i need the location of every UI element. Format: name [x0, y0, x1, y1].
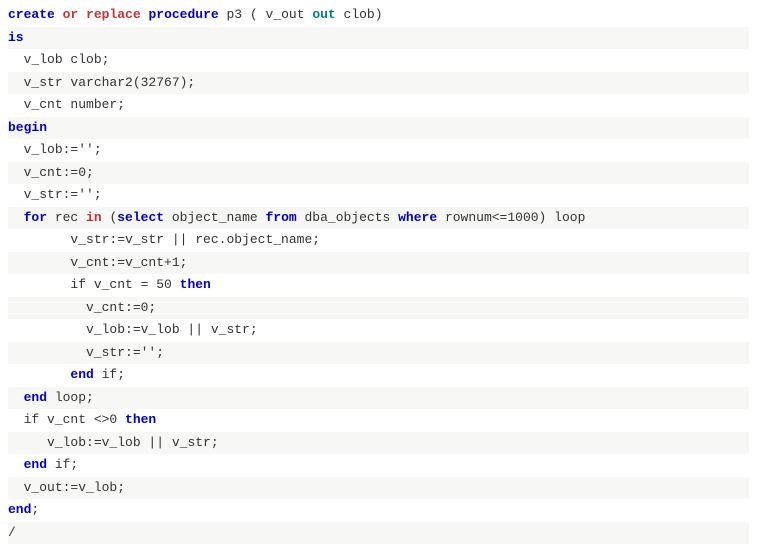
code-token: v_out:=v_lob; — [24, 480, 125, 495]
code-token: dba_objects — [297, 210, 398, 225]
code-token: then — [125, 412, 156, 427]
code-block: create or replace procedure p3 ( v_out o… — [0, 0, 757, 548]
code-line: v_str:=''; — [8, 342, 749, 365]
code-token: replace — [86, 7, 141, 22]
code-token: object_name — [164, 210, 265, 225]
code-line: end loop; — [8, 387, 749, 410]
code-token — [55, 7, 63, 22]
code-line: v_lob clob; — [8, 49, 749, 72]
code-token: / — [8, 525, 16, 540]
code-line: v_lob:=v_lob || v_str; — [8, 319, 749, 342]
code-line: v_lob:=''; — [8, 139, 749, 162]
code-token: if; — [94, 367, 125, 382]
code-line: begin — [8, 117, 749, 140]
code-token: end — [70, 367, 93, 382]
code-token: v_cnt:=v_cnt+1; — [70, 255, 187, 270]
code-token — [78, 7, 86, 22]
code-token: end — [8, 502, 31, 517]
code-token: rownum<=1000) loop — [437, 210, 585, 225]
code-token: v_str varchar2(32767); — [24, 75, 196, 90]
code-token: then — [180, 277, 211, 292]
code-token: from — [265, 210, 296, 225]
code-token: rec — [47, 210, 86, 225]
code-line: v_lob:=v_lob || v_str; — [8, 432, 749, 455]
code-line: create or replace procedure p3 ( v_out o… — [8, 4, 749, 27]
code-line: v_str:=''; — [8, 184, 749, 207]
code-line: v_cnt:=v_cnt+1; — [8, 252, 749, 275]
code-token: for — [24, 210, 47, 225]
code-token: create — [8, 7, 55, 22]
code-token: or — [63, 7, 79, 22]
code-token: if; — [47, 457, 78, 472]
code-line: v_cnt:=0; — [8, 162, 749, 185]
code-line: end; — [8, 499, 749, 522]
code-token: where — [398, 210, 437, 225]
code-line: v_str varchar2(32767); — [8, 72, 749, 95]
code-token: end — [24, 457, 47, 472]
code-token: if v_cnt <>0 — [24, 412, 125, 427]
code-token: if v_cnt = 50 — [70, 277, 179, 292]
code-line: v_str:=v_str || rec.object_name; — [8, 229, 749, 252]
code-token: v_lob:=v_lob || v_str; — [86, 322, 258, 337]
code-line: end if; — [8, 364, 749, 387]
code-token: procedure — [148, 7, 218, 22]
code-token: select — [117, 210, 164, 225]
code-token: in — [86, 210, 102, 225]
code-token: p3 ( v_out — [219, 7, 313, 22]
code-token: is — [8, 30, 24, 45]
code-token: v_str:=''; — [24, 187, 102, 202]
code-token: out — [312, 7, 335, 22]
code-token: ( — [102, 210, 118, 225]
code-line: for rec in (select object_name from dba_… — [8, 207, 749, 230]
code-token: v_lob:=''; — [24, 142, 102, 157]
code-token: begin — [8, 120, 47, 135]
code-line: is — [8, 27, 749, 50]
code-token: loop; — [47, 390, 94, 405]
code-token: v_str:=v_str || rec.object_name; — [70, 232, 320, 247]
code-token: v_cnt number; — [24, 97, 125, 112]
code-token: v_lob clob; — [24, 52, 110, 67]
code-line: if v_cnt <>0 then — [8, 409, 749, 432]
code-token: v_str:=''; — [86, 345, 164, 360]
code-line: v_cnt number; — [8, 94, 749, 117]
code-token: end — [24, 390, 47, 405]
code-line: if v_cnt = 50 then — [8, 274, 749, 297]
code-token: clob) — [336, 7, 383, 22]
code-token: v_cnt:=0; — [24, 165, 94, 180]
code-token: ; — [31, 502, 39, 517]
code-line: v_out:=v_lob; — [8, 477, 749, 500]
code-token: v_cnt:=0; — [86, 300, 156, 315]
code-line: end if; — [8, 454, 749, 477]
code-token: v_lob:=v_lob || v_str; — [47, 435, 219, 450]
code-line: v_cnt:=0; — [8, 297, 749, 320]
